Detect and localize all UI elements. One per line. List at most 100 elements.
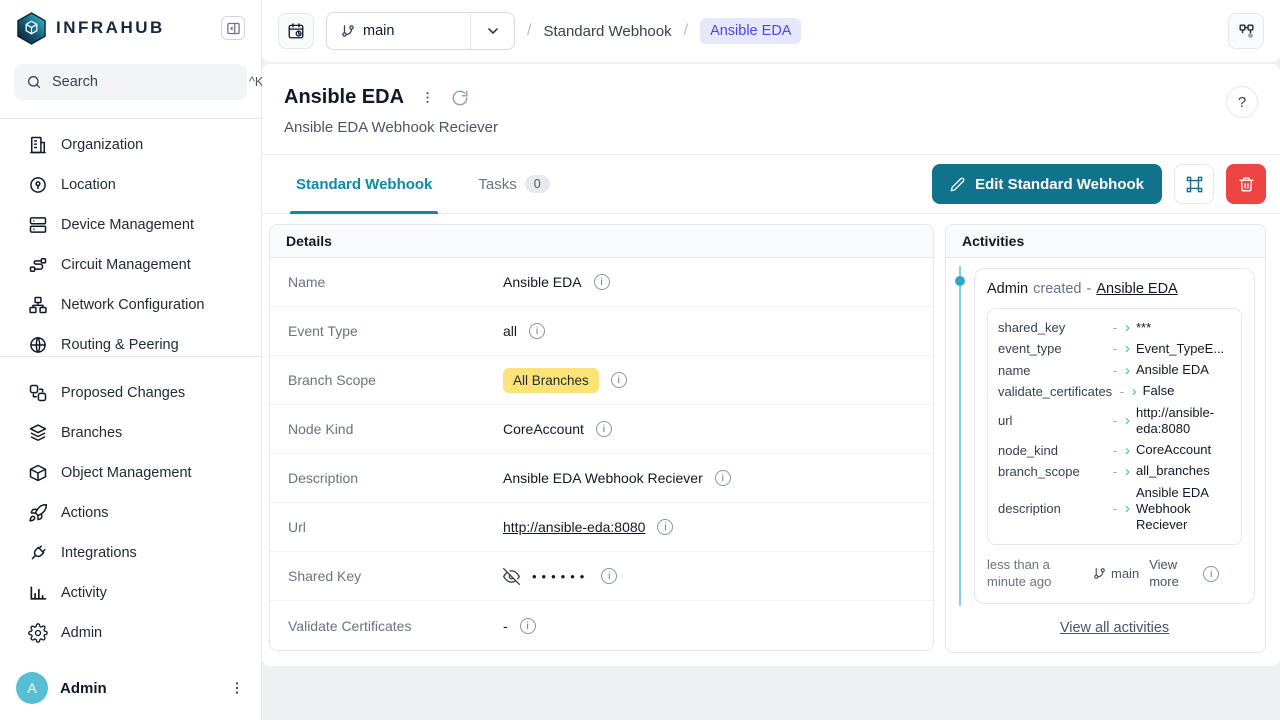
globe-icon	[28, 335, 48, 355]
info-icon[interactable]: i	[601, 568, 617, 584]
detail-label: Url	[288, 519, 503, 535]
detail-value: -	[503, 618, 508, 634]
info-icon[interactable]: i	[596, 421, 612, 437]
view-all-activities-link[interactable]: View all activities	[974, 620, 1255, 636]
server-icon	[28, 215, 48, 235]
chevron-down-icon[interactable]	[470, 13, 514, 49]
info-icon[interactable]: i	[657, 519, 673, 535]
activity-object-link[interactable]: Ansible EDA	[1096, 281, 1177, 297]
edit-webhook-label: Edit Standard Webhook	[975, 176, 1144, 193]
tab-label: Tasks	[478, 176, 516, 193]
property-new-value: all_branches	[1136, 463, 1231, 479]
tasks-count-badge: 0	[525, 175, 550, 193]
manage-groups-button[interactable]	[1174, 164, 1214, 204]
delete-button[interactable]	[1226, 164, 1266, 204]
property-old-value: -	[1111, 320, 1119, 335]
sidebar-nav-objects: Organization Location Device Management …	[0, 118, 261, 356]
breadcrumb-separator: /	[684, 22, 688, 40]
sidebar-item-object-management[interactable]: Object Management	[0, 453, 261, 493]
activities-title: Activities	[946, 225, 1265, 258]
info-icon[interactable]: i	[529, 323, 545, 339]
branch-selector[interactable]: main	[326, 12, 515, 50]
details-panel: Details Name Ansible EDAi Event Type all…	[269, 224, 934, 651]
property-old-value: -	[1111, 501, 1119, 516]
sidebar-item-network-configuration[interactable]: Network Configuration	[0, 285, 261, 325]
detail-label: Branch Scope	[288, 372, 503, 388]
info-icon[interactable]: i	[520, 618, 536, 634]
infrahub-logo[interactable]: INFRAHUB	[16, 12, 165, 45]
masked-shared-key: ••••••	[532, 569, 589, 584]
sidebar-item-device-management[interactable]: Device Management	[0, 205, 261, 245]
page-title: Ansible EDA	[284, 86, 404, 109]
view-more-link[interactable]: View more	[1149, 557, 1193, 591]
user-kebab-menu-icon[interactable]	[229, 680, 245, 696]
info-icon[interactable]: i	[611, 372, 627, 388]
building-icon	[28, 135, 48, 155]
property-key: node_kind	[998, 443, 1105, 458]
property-old-value: -	[1111, 363, 1119, 378]
sidebar-item-label: Activity	[61, 585, 107, 601]
sidebar-item-circuit-management[interactable]: Circuit Management	[0, 245, 261, 285]
eye-off-icon[interactable]	[503, 568, 520, 585]
avatar: A	[16, 672, 48, 704]
edit-webhook-button[interactable]: Edit Standard Webhook	[932, 164, 1162, 204]
detail-label: Node Kind	[288, 421, 503, 437]
change-arrow-icon: ›	[1125, 363, 1130, 378]
info-icon[interactable]: i	[1203, 566, 1219, 582]
search-input[interactable]: ^K	[14, 64, 247, 100]
branch-scope-badge: All Branches	[503, 368, 599, 393]
tab-standard-webhook[interactable]: Standard Webhook	[290, 155, 438, 213]
workflow-button[interactable]	[1228, 13, 1264, 49]
user-menu[interactable]: A Admin	[0, 660, 261, 720]
sidebar-item-routing-peering[interactable]: Routing & Peering	[0, 325, 261, 356]
calendar-clock-icon	[287, 22, 305, 40]
tab-tasks[interactable]: Tasks 0	[472, 155, 555, 213]
sidebar-item-label: Circuit Management	[61, 257, 191, 273]
property-old-value: -	[1111, 443, 1119, 458]
detail-row-name: Name Ansible EDAi	[270, 258, 933, 307]
search-field[interactable]	[52, 74, 239, 90]
gear-icon	[28, 623, 48, 643]
sidebar-item-proposed-changes[interactable]: Proposed Changes	[0, 373, 261, 413]
sidebar: INFRAHUB ^K Organization Location Device…	[0, 0, 262, 720]
detail-row-description: Description Ansible EDA Webhook Reciever…	[270, 454, 933, 503]
sidebar-item-location[interactable]: Location	[0, 165, 261, 205]
change-arrow-icon: ›	[1125, 341, 1130, 356]
page-subtitle: Ansible EDA Webhook Reciever	[284, 119, 498, 136]
breadcrumb-parent[interactable]: Standard Webhook	[543, 23, 671, 40]
bar-chart-icon	[28, 583, 48, 603]
sidebar-item-label: Location	[61, 177, 116, 193]
detail-label: Shared Key	[288, 568, 503, 584]
property-new-value: CoreAccount	[1136, 442, 1231, 458]
git-branch-icon	[1093, 567, 1106, 580]
property-key: event_type	[998, 341, 1105, 356]
sidebar-collapse-button[interactable]	[221, 16, 245, 40]
breadcrumb-current-badge[interactable]: Ansible EDA	[700, 18, 801, 44]
help-button[interactable]: ?	[1226, 86, 1258, 118]
sidebar-item-label: Actions	[61, 505, 109, 521]
layers-icon	[28, 423, 48, 443]
sidebar-item-integrations[interactable]: Integrations	[0, 533, 261, 573]
detail-row-validate-certificates: Validate Certificates -i	[270, 601, 933, 650]
sidebar-item-actions[interactable]: Actions	[0, 493, 261, 533]
url-link[interactable]: http://ansible-eda:8080	[503, 519, 645, 535]
info-icon[interactable]: i	[594, 274, 610, 290]
user-name: Admin	[60, 680, 217, 697]
property-row: url-›http://ansible-eda:8080	[998, 402, 1231, 440]
time-travel-button[interactable]	[278, 13, 314, 49]
detail-label: Event Type	[288, 323, 503, 339]
sidebar-item-branches[interactable]: Branches	[0, 413, 261, 453]
property-key: name	[998, 363, 1105, 378]
info-icon[interactable]: i	[715, 470, 731, 486]
sidebar-item-organization[interactable]: Organization	[0, 125, 261, 165]
activity-timestamp: less than a minute ago	[987, 557, 1083, 591]
property-new-value: Event_TypeE...	[1136, 341, 1231, 357]
detail-value: Ansible EDA Webhook Reciever	[503, 470, 703, 486]
refresh-icon[interactable]	[451, 89, 469, 107]
property-new-value: ***	[1136, 320, 1231, 336]
sidebar-item-admin[interactable]: Admin	[0, 613, 261, 653]
breadcrumb-separator: /	[527, 22, 531, 40]
page-kebab-menu-icon[interactable]	[420, 90, 435, 105]
property-new-value: Ansible EDA Webhook Reciever	[1136, 485, 1231, 534]
sidebar-item-activity[interactable]: Activity	[0, 573, 261, 613]
